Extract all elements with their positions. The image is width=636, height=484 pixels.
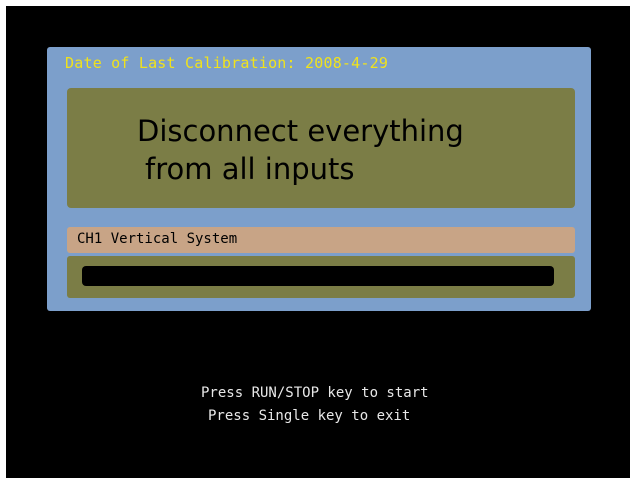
progress-frame <box>67 256 575 298</box>
message-line-2: from all inputs <box>145 152 355 186</box>
exit-instruction: Press Single key to exit <box>208 408 411 424</box>
message-line-1: Disconnect everything <box>137 114 464 148</box>
oscilloscope-display: Date of Last Calibration: 2008-4-29 Disc… <box>6 6 630 478</box>
calibration-progress-bar <box>82 266 554 286</box>
last-calibration-date: Date of Last Calibration: 2008-4-29 <box>65 54 389 72</box>
calibration-stage-label: CH1 Vertical System <box>67 227 575 253</box>
screenshot-frame: Date of Last Calibration: 2008-4-29 Disc… <box>0 0 636 484</box>
start-instruction: Press RUN/STOP key to start <box>201 385 429 401</box>
instruction-message: Disconnect everything from all inputs <box>137 112 557 188</box>
calibration-panel: Date of Last Calibration: 2008-4-29 Disc… <box>47 47 591 311</box>
key-instructions: Press RUN/STOP key to start Press Single… <box>201 382 429 428</box>
calibration-stage-text: CH1 Vertical System <box>77 231 238 247</box>
instruction-message-box: Disconnect everything from all inputs <box>67 88 575 208</box>
